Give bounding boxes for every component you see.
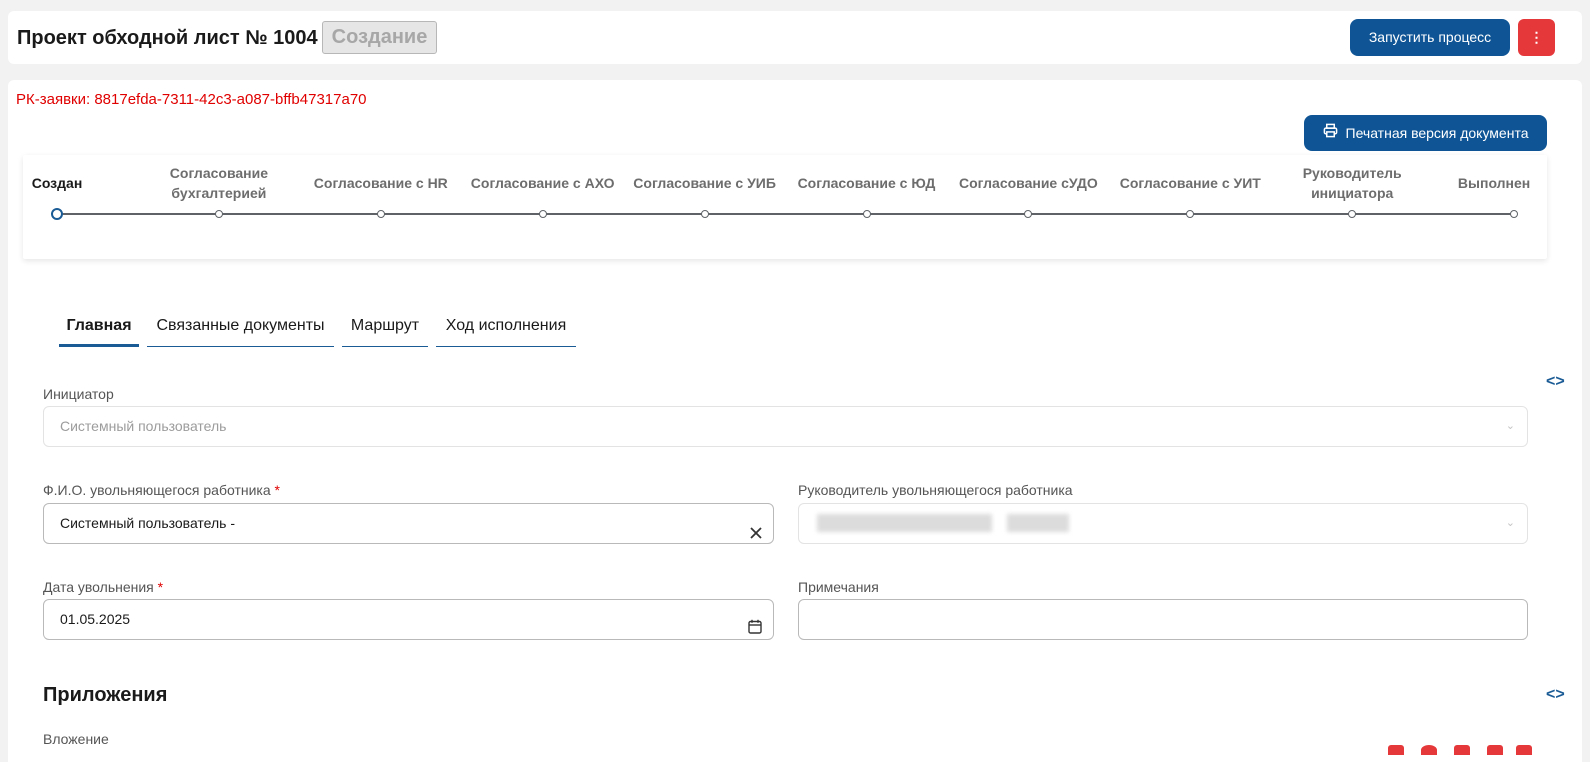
tab-route[interactable]: Маршрут	[342, 315, 428, 347]
step-label: Согласование с УИБ	[633, 175, 776, 191]
step-dot[interactable]	[862, 210, 871, 218]
printer-icon	[1323, 115, 1338, 151]
chevron-down-icon: ⌄	[1505, 517, 1515, 529]
print-version-button[interactable]: Печатная версия документа	[1304, 115, 1547, 151]
dismissal-date-label: Дата увольнения *	[43, 579, 164, 595]
attachment-label: Вложение	[43, 731, 109, 747]
document-card: РК-заявки: 8817efda-7311-42c3-a087-bffb4…	[8, 80, 1582, 762]
step-dot[interactable]	[700, 210, 709, 218]
redacted-text	[817, 514, 992, 532]
employee-name-label: Ф.И.О. увольняющегося работника *	[43, 482, 280, 498]
step-label: Выполнен	[1457, 175, 1531, 191]
step-label: Согласование бухгалтерией	[169, 165, 268, 201]
step-dot[interactable]	[214, 210, 223, 218]
step-label: Согласование с УИТ	[1119, 175, 1261, 191]
step-dot[interactable]	[51, 208, 63, 220]
print-version-label: Печатная версия документа	[1345, 125, 1529, 141]
attachment-action-icon[interactable]	[1454, 745, 1470, 755]
attachment-action-icon[interactable]	[1487, 745, 1503, 755]
step-label: Согласование с ЮД	[797, 175, 936, 191]
notes-field[interactable]	[798, 599, 1528, 640]
dismissal-date-field[interactable]: 01.05.2025	[43, 599, 774, 640]
attachment-action-icon[interactable]	[1388, 745, 1404, 755]
step-label: Согласование с АХО	[470, 175, 615, 191]
notes-label: Примечания	[798, 579, 879, 595]
step-label: Руководитель инициатора	[1302, 165, 1402, 201]
tab-main[interactable]: Главная	[59, 315, 139, 347]
chevron-down-icon: ⌄	[1505, 420, 1515, 432]
run-process-button[interactable]: Запустить процесс	[1350, 19, 1510, 56]
step-label: Согласование с HR	[313, 175, 448, 191]
manager-label: Руководитель увольняющегося работника	[798, 482, 1073, 498]
manager-select[interactable]: ⌄	[798, 503, 1528, 544]
page-header: Проект обходной лист № 1004 Создание Зап…	[8, 11, 1582, 64]
status-badge: Создание	[322, 21, 437, 54]
process-stepper: Создан Согласование бухгалтерией Согласова…	[23, 155, 1547, 259]
attachments-section-title: Приложения	[43, 684, 168, 706]
stepper-line	[57, 213, 1515, 215]
initiator-label: Инициатор	[43, 386, 114, 402]
attachment-action-icon[interactable]	[1421, 745, 1437, 755]
calendar-icon[interactable]	[748, 610, 762, 649]
request-id-label: РК-заявки: 8817efda-7311-42c3-a087-bffb4…	[16, 91, 367, 108]
initiator-select[interactable]: Системный пользователь ⌄	[43, 406, 1528, 447]
code-toggle-icon[interactable]: <>	[1546, 373, 1565, 391]
step-label: Создан	[31, 175, 83, 191]
step-dot[interactable]	[1024, 210, 1033, 218]
step-dot[interactable]	[1186, 210, 1195, 218]
step-dot[interactable]	[538, 210, 547, 218]
page-title: Проект обходной лист № 1004	[17, 27, 318, 49]
step-dot[interactable]	[1510, 210, 1519, 218]
required-mark: *	[157, 579, 164, 595]
code-toggle-icon[interactable]: <>	[1546, 686, 1565, 704]
employee-name-value: Системный пользователь -	[60, 515, 236, 531]
required-mark: *	[274, 482, 280, 498]
step-dot[interactable]	[1348, 210, 1357, 218]
dismissal-date-value: 01.05.2025	[60, 611, 131, 627]
more-options-button[interactable]: ⋮	[1518, 19, 1555, 56]
tab-related-documents[interactable]: Связанные документы	[147, 315, 334, 347]
initiator-value: Системный пользователь	[60, 418, 227, 434]
employee-name-field[interactable]: Системный пользователь -	[43, 503, 774, 544]
redacted-text	[1007, 514, 1069, 532]
clear-icon[interactable]	[749, 516, 763, 555]
step-label: Согласование сУДО	[959, 175, 1098, 191]
attachment-action-icon[interactable]	[1516, 745, 1532, 755]
tab-execution-progress[interactable]: Ход исполнения	[436, 315, 576, 347]
step-dot[interactable]	[376, 210, 385, 218]
